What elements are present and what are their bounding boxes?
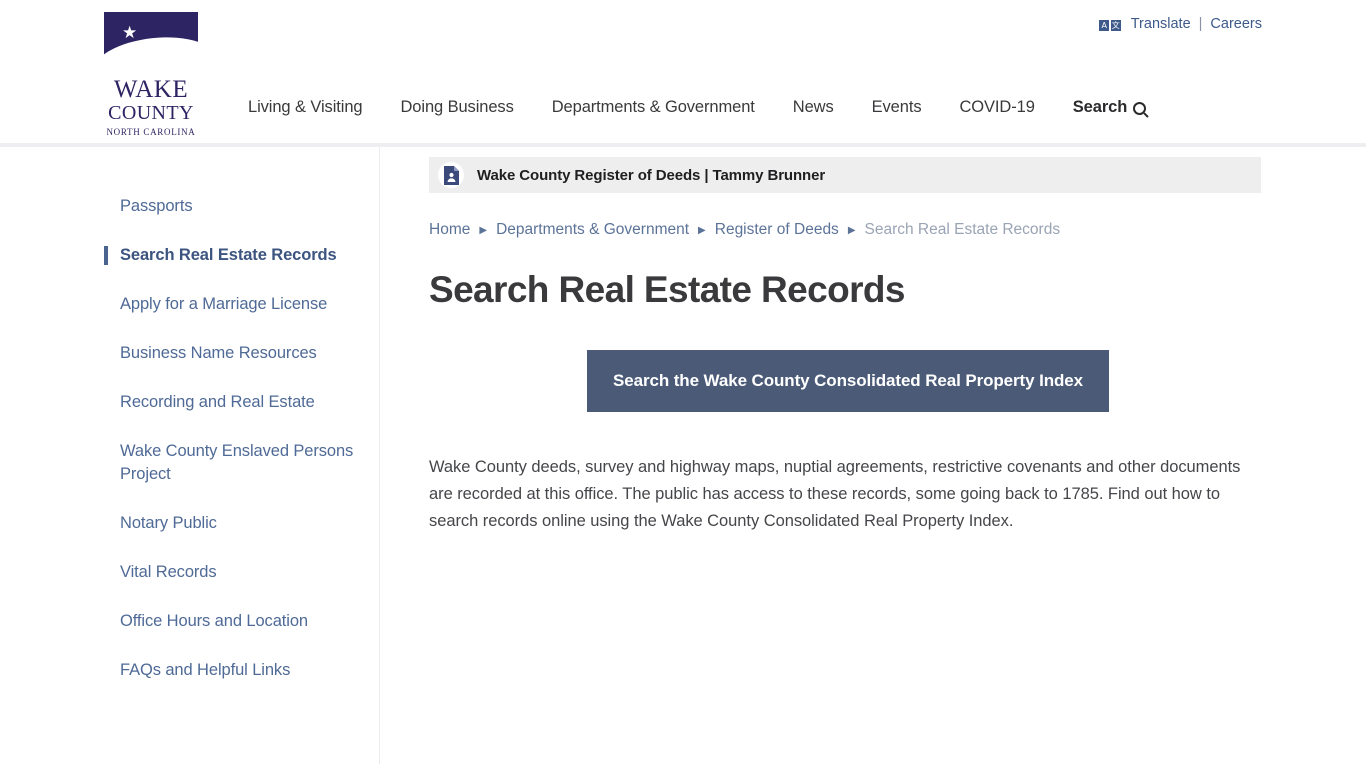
breadcrumb-item-home[interactable]: Home <box>429 221 470 239</box>
document-person-icon <box>438 162 464 188</box>
search-icon <box>1133 102 1147 115</box>
body-paragraph: Wake County deeds, survey and highway ma… <box>429 458 1241 530</box>
careers-link[interactable]: Careers <box>1210 16 1262 32</box>
cta-container: Search the Wake County Consolidated Real… <box>429 350 1261 412</box>
breadcrumb-item-departments-government[interactable]: Departments & Government <box>496 221 689 239</box>
logo-wordmark: WAKE COUNTY NORTH CAROLINA <box>104 74 198 139</box>
translate-icon-cjk: 文 <box>1110 19 1121 31</box>
sidebar-item-search-real-estate-records[interactable]: Search Real Estate Records <box>104 244 379 267</box>
sidebar-item-office-hours-and-location[interactable]: Office Hours and Location <box>104 610 379 633</box>
breadcrumb-separator-icon: ▶ <box>847 224 856 236</box>
sidebar-item-business-name-resources[interactable]: Business Name Resources <box>104 342 379 365</box>
search-property-index-button[interactable]: Search the Wake County Consolidated Real… <box>587 350 1109 412</box>
nav-item-living-visiting[interactable]: Living & Visiting <box>248 98 363 117</box>
sidebar-item-recording-and-real-estate[interactable]: Recording and Real Estate <box>104 391 379 414</box>
utility-bar: A 文 Translate | Careers <box>1099 16 1262 32</box>
main-content: Wake County Register of Deeds | Tammy Br… <box>429 147 1261 552</box>
breadcrumb-separator-icon: ▶ <box>479 224 488 236</box>
translate-icon-latin: A <box>1099 19 1110 31</box>
site-header: ★ WAKE COUNTY NORTH CAROLINA A 文 Transla… <box>0 0 1366 147</box>
sidebar-item-vital-records[interactable]: Vital Records <box>104 561 379 584</box>
nav-item-search[interactable]: Search <box>1072 98 1147 117</box>
nav-item-news[interactable]: News <box>793 98 834 117</box>
breadcrumb-item-current: Search Real Estate Records <box>864 221 1061 238</box>
sidebar-item-faqs-and-helpful-links[interactable]: FAQs and Helpful Links <box>104 659 379 682</box>
wake-county-logo[interactable]: ★ WAKE COUNTY NORTH CAROLINA <box>104 12 198 137</box>
nav-item-events[interactable]: Events <box>872 98 922 117</box>
sidebar-item-notary-public[interactable]: Notary Public <box>104 512 379 535</box>
nav-search-label: Search <box>1072 98 1128 116</box>
page-title: Search Real Estate Records <box>429 269 906 310</box>
department-banner-title: Wake County Register of Deeds | Tammy Br… <box>477 166 826 184</box>
department-banner[interactable]: Wake County Register of Deeds | Tammy Br… <box>429 157 1261 193</box>
nav-item-covid-19[interactable]: COVID-19 <box>959 98 1034 117</box>
sidebar-item-wake-county-enslaved-persons-project[interactable]: Wake County Enslaved Persons Project <box>104 440 379 486</box>
section-sidebar: Passports Search Real Estate Records App… <box>104 147 380 764</box>
logo-text-county: COUNTY <box>108 102 194 124</box>
page-body: Passports Search Real Estate Records App… <box>0 147 1366 764</box>
breadcrumb-item-register-of-deeds[interactable]: Register of Deeds <box>715 221 839 239</box>
breadcrumb-separator-icon: ▶ <box>698 224 706 236</box>
sidebar-item-apply-for-a-marriage-license[interactable]: Apply for a Marriage License <box>104 293 379 316</box>
star-icon: ★ <box>122 23 138 42</box>
logo-text-state: NORTH CAROLINA <box>106 127 196 137</box>
breadcrumb: Home ▶ Departments & Government ▶ Regist… <box>429 221 1261 239</box>
logo-text-wake: WAKE <box>113 76 189 103</box>
nav-item-doing-business[interactable]: Doing Business <box>400 98 513 117</box>
sidebar-item-passports[interactable]: Passports <box>104 195 379 218</box>
translate-icon: A 文 <box>1099 19 1121 31</box>
utility-separator: | <box>1198 16 1203 32</box>
nav-item-departments-government[interactable]: Departments & Government <box>552 98 755 117</box>
translate-link[interactable]: Translate <box>1131 16 1191 32</box>
main-navigation: Living & Visiting Doing Business Departm… <box>248 98 1147 117</box>
logo-crest-icon: ★ <box>104 12 198 74</box>
